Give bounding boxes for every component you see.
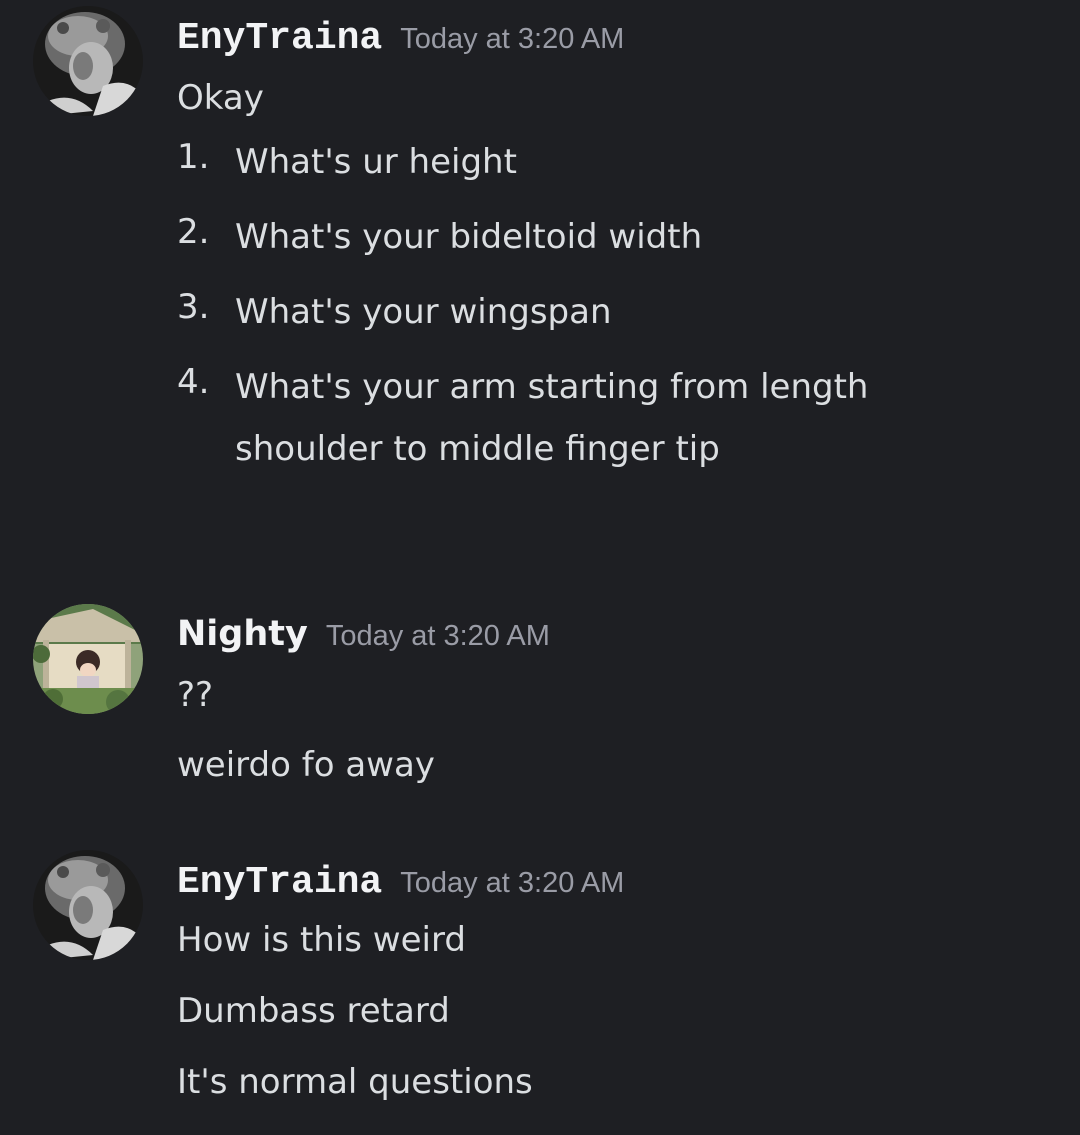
list-number: 4. bbox=[177, 362, 210, 402]
message-header: Nighty Today at 3:20 AM bbox=[177, 614, 550, 654]
avatar-image bbox=[33, 6, 143, 116]
message-text: It's normal questions bbox=[177, 1062, 533, 1102]
list-number: 2. bbox=[177, 212, 210, 252]
message-header: EnyTraina Today at 3:20 AM bbox=[177, 17, 624, 60]
user-avatar[interactable] bbox=[33, 850, 143, 960]
avatar-image bbox=[33, 850, 143, 960]
list-text: What's your wingspan bbox=[235, 292, 612, 332]
list-number: 3. bbox=[177, 287, 210, 327]
message-text: weirdo fo away bbox=[177, 745, 435, 785]
username[interactable]: Nighty bbox=[177, 614, 308, 654]
message-header: EnyTraina Today at 3:20 AM bbox=[177, 861, 624, 904]
username[interactable]: EnyTraina bbox=[177, 861, 382, 904]
user-avatar[interactable] bbox=[33, 604, 143, 714]
message-text: How is this weird bbox=[177, 920, 466, 960]
list-text: What's your bideltoid width bbox=[235, 217, 703, 257]
list-number: 1. bbox=[177, 137, 210, 177]
avatar-image bbox=[33, 604, 143, 714]
message-text: Okay bbox=[177, 78, 264, 118]
timestamp: Today at 3:20 AM bbox=[400, 867, 625, 899]
message-text: Dumbass retard bbox=[177, 991, 450, 1031]
list-text: What's your arm starting from length sho… bbox=[235, 367, 869, 469]
message-text: ?? bbox=[177, 675, 214, 715]
timestamp: Today at 3:20 AM bbox=[325, 620, 550, 652]
username[interactable]: EnyTraina bbox=[177, 17, 382, 60]
user-avatar[interactable] bbox=[33, 6, 143, 116]
timestamp: Today at 3:20 AM bbox=[400, 23, 625, 55]
list-text: What's ur height bbox=[235, 142, 517, 182]
